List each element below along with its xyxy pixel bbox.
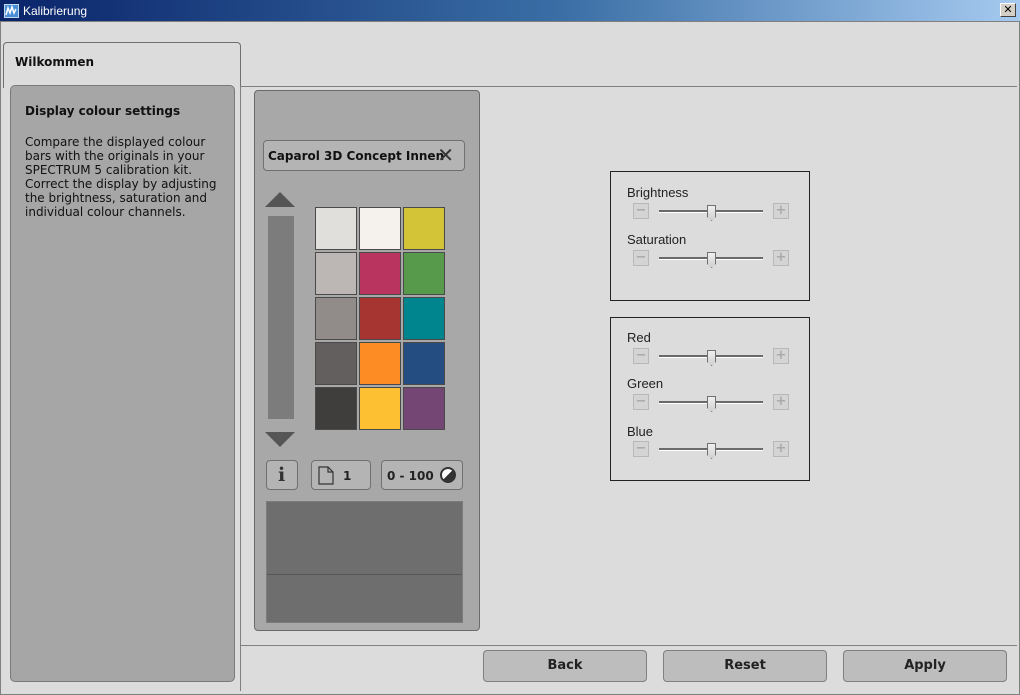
divider-left bbox=[240, 86, 241, 691]
colour-swatch[interactable] bbox=[359, 252, 401, 295]
red-slider-row: − + bbox=[633, 348, 789, 366]
colour-swatch[interactable] bbox=[315, 207, 357, 250]
range-button[interactable]: 0 - 100 bbox=[381, 460, 463, 490]
brightness-plus-button[interactable]: + bbox=[773, 203, 789, 219]
green-slider-thumb[interactable] bbox=[707, 396, 716, 412]
scrollbar-track[interactable] bbox=[268, 216, 294, 419]
blue-label: Blue bbox=[627, 424, 654, 439]
colour-chart-panel: Caparol 3D Concept Innen ✕ i 1 0 - 100 bbox=[254, 90, 480, 631]
colour-swatch[interactable] bbox=[403, 297, 445, 340]
colour-swatch[interactable] bbox=[403, 387, 445, 430]
green-slider-row: − + bbox=[633, 394, 789, 412]
green-minus-button[interactable]: − bbox=[633, 394, 649, 410]
colour-swatch[interactable] bbox=[315, 387, 357, 430]
green-plus-button[interactable]: + bbox=[773, 394, 789, 410]
saturation-plus-button[interactable]: + bbox=[773, 250, 789, 266]
reset-button[interactable]: Reset bbox=[663, 650, 827, 682]
green-label: Green bbox=[627, 376, 664, 391]
brightness-slider-thumb[interactable] bbox=[707, 205, 716, 221]
colour-swatch[interactable] bbox=[315, 252, 357, 295]
divider-bottom bbox=[240, 645, 1017, 646]
red-minus-button[interactable]: − bbox=[633, 348, 649, 364]
colour-swatch[interactable] bbox=[403, 207, 445, 250]
swatch-grid bbox=[315, 207, 446, 432]
colour-preview-area bbox=[266, 501, 463, 623]
saturation-slider[interactable] bbox=[659, 252, 763, 268]
blue-slider[interactable] bbox=[659, 443, 763, 459]
scroll-down-arrow-icon[interactable] bbox=[265, 432, 295, 447]
red-slider-thumb[interactable] bbox=[707, 350, 716, 366]
range-label: 0 - 100 bbox=[387, 469, 434, 483]
red-slider[interactable] bbox=[659, 350, 763, 366]
brightness-slider[interactable] bbox=[659, 205, 763, 221]
brightness-label: Brightness bbox=[627, 185, 689, 200]
colour-swatch[interactable] bbox=[403, 252, 445, 295]
blue-slider-row: − + bbox=[633, 441, 789, 459]
app-icon bbox=[4, 4, 19, 18]
colour-swatch[interactable] bbox=[403, 342, 445, 385]
info-title: Display colour settings bbox=[25, 104, 181, 118]
title-bar: Kalibrierung ✕ bbox=[0, 0, 1020, 22]
scroll-up-arrow-icon[interactable] bbox=[265, 192, 295, 207]
back-button[interactable]: Back bbox=[483, 650, 647, 682]
colour-swatch[interactable] bbox=[315, 342, 357, 385]
brightness-minus-button[interactable]: − bbox=[633, 203, 649, 219]
info-description: Compare the displayed colour bars with t… bbox=[25, 135, 217, 219]
blue-minus-button[interactable]: − bbox=[633, 441, 649, 457]
blue-plus-button[interactable]: + bbox=[773, 441, 789, 457]
saturation-label: Saturation bbox=[627, 232, 687, 247]
colour-channels-group: Red − + Green − + Blue − + bbox=[610, 317, 810, 481]
red-plus-button[interactable]: + bbox=[773, 348, 789, 364]
saturation-minus-button[interactable]: − bbox=[633, 250, 649, 266]
red-label: Red bbox=[627, 330, 651, 345]
divider-top bbox=[240, 86, 1017, 87]
info-icon: i bbox=[278, 464, 286, 486]
blue-slider-thumb[interactable] bbox=[707, 443, 716, 459]
brightness-slider-row: − + bbox=[633, 203, 789, 221]
close-button[interactable]: ✕ bbox=[1000, 3, 1016, 17]
colour-swatch[interactable] bbox=[359, 207, 401, 250]
saturation-slider-thumb[interactable] bbox=[707, 252, 716, 268]
page-number: 1 bbox=[343, 469, 352, 483]
page-icon bbox=[318, 466, 334, 485]
contrast-icon bbox=[440, 467, 456, 483]
colour-swatch[interactable] bbox=[359, 297, 401, 340]
info-panel: Display colour settings Compare the disp… bbox=[10, 85, 235, 682]
info-button[interactable]: i bbox=[266, 460, 298, 490]
page-button[interactable]: 1 bbox=[311, 460, 371, 490]
apply-button[interactable]: Apply bbox=[843, 650, 1007, 682]
green-slider[interactable] bbox=[659, 396, 763, 412]
brightness-saturation-group: Brightness − + Saturation − + bbox=[610, 171, 810, 301]
clear-icon[interactable]: ✕ bbox=[437, 144, 454, 166]
preview-divider bbox=[267, 574, 462, 575]
tab-wilkommen[interactable]: Wilkommen bbox=[3, 42, 241, 88]
colour-chart-selector[interactable]: Caparol 3D Concept Innen ✕ bbox=[263, 140, 465, 171]
tab-label: Wilkommen bbox=[15, 55, 95, 69]
colour-swatch[interactable] bbox=[359, 387, 401, 430]
colour-chart-name: Caparol 3D Concept Innen bbox=[268, 149, 445, 163]
window-title: Kalibrierung bbox=[23, 4, 88, 18]
colour-swatch[interactable] bbox=[315, 297, 357, 340]
colour-swatch[interactable] bbox=[359, 342, 401, 385]
saturation-slider-row: − + bbox=[633, 250, 789, 268]
